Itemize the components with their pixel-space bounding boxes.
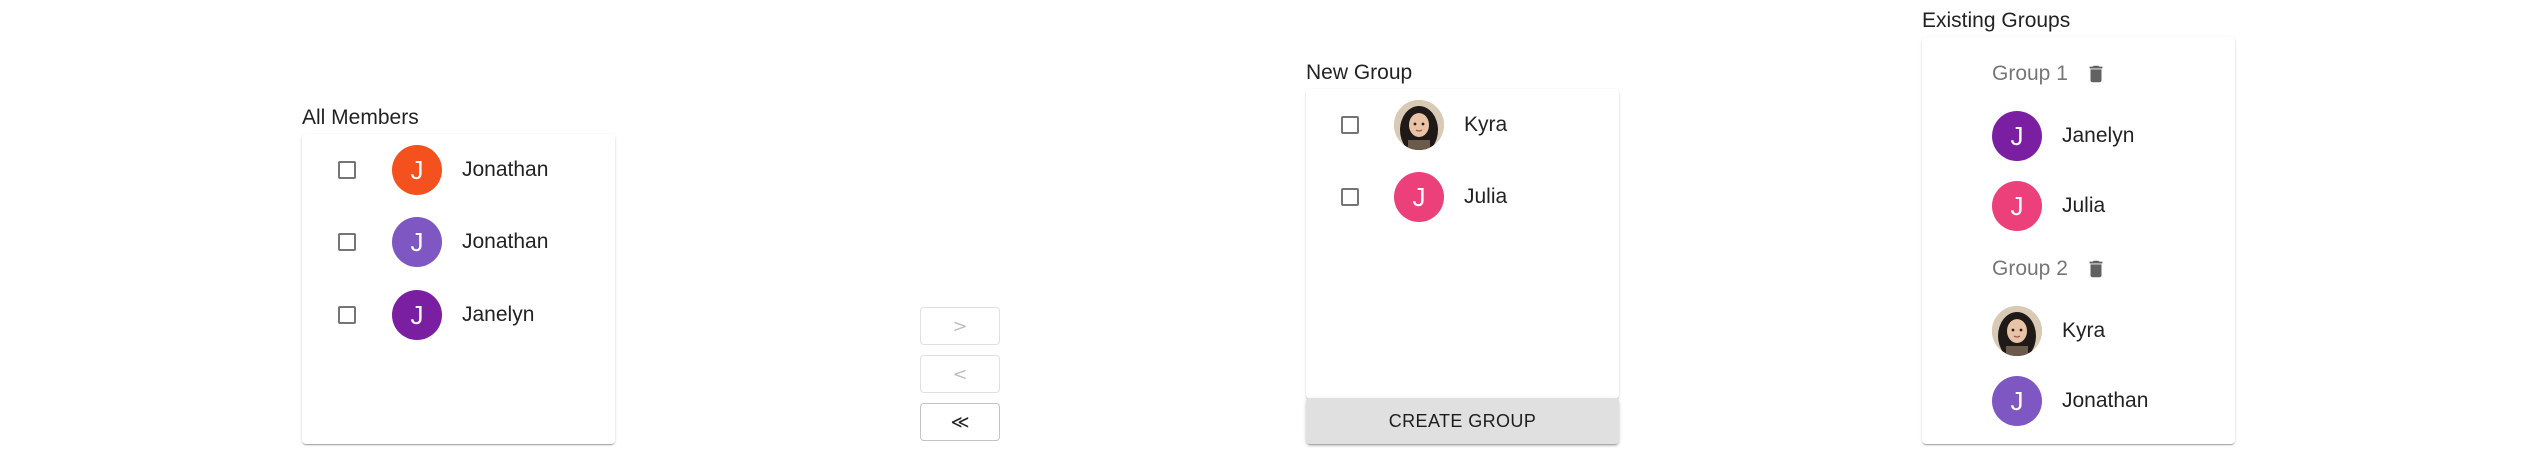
member-name: Kyra	[1464, 113, 1508, 136]
move-right-button[interactable]: >	[920, 307, 1000, 345]
member-checkbox[interactable]	[1341, 116, 1359, 134]
member-name: Jonathan	[2062, 389, 2149, 412]
list-item[interactable]: Kyra	[1306, 89, 1619, 161]
existing-groups-list: Group 1 J Janelyn J Julia Group 2 Kyra J…	[1922, 37, 2235, 444]
member-checkbox[interactable]	[1341, 188, 1359, 206]
group-label: Group 1	[1992, 62, 2068, 85]
create-group-button[interactable]: CREATE GROUP	[1306, 398, 1619, 444]
member-name: Julia	[2062, 194, 2106, 217]
member-name: Janelyn	[2062, 124, 2135, 147]
new-group-title: New Group	[1306, 61, 1413, 84]
list-item[interactable]: J Jonathan	[302, 206, 615, 278]
move-left-button[interactable]: <	[920, 355, 1000, 393]
avatar: J	[1992, 111, 2042, 161]
member-checkbox[interactable]	[338, 233, 356, 251]
trash-icon[interactable]	[2085, 63, 2107, 85]
avatar: J	[1394, 172, 1444, 222]
avatar: J	[1992, 181, 2042, 231]
new-group-list: Kyra J Julia	[1306, 89, 1619, 399]
list-item[interactable]: J Janelyn	[302, 279, 615, 351]
member-name: Jonathan	[462, 158, 549, 181]
avatar: J	[1992, 376, 2042, 426]
list-item: J Julia	[1922, 171, 2235, 241]
avatar: J	[392, 290, 442, 340]
member-name: Kyra	[2062, 319, 2106, 342]
existing-groups-title: Existing Groups	[1922, 9, 2071, 32]
all-members-list: J Jonathan J Jonathan J Janelyn	[302, 134, 615, 444]
avatar: J	[392, 217, 442, 267]
list-item: J Janelyn	[1922, 101, 2235, 171]
photo-avatar	[1394, 100, 1444, 150]
move-all-left-button[interactable]: ≪	[920, 403, 1000, 441]
member-checkbox[interactable]	[338, 306, 356, 324]
list-item[interactable]: J Julia	[1306, 161, 1619, 233]
member-name: Janelyn	[462, 303, 535, 326]
member-name: Julia	[1464, 185, 1508, 208]
trash-icon[interactable]	[2085, 258, 2107, 280]
list-item[interactable]: J Jonathan	[302, 134, 615, 206]
member-checkbox[interactable]	[338, 161, 356, 179]
all-members-title: All Members	[302, 106, 419, 129]
photo-avatar	[1992, 306, 2042, 356]
avatar: J	[392, 145, 442, 195]
group-label: Group 2	[1992, 257, 2068, 280]
list-item: J Jonathan	[1922, 366, 2235, 436]
member-name: Jonathan	[462, 230, 549, 253]
list-item: Kyra	[1922, 296, 2235, 366]
